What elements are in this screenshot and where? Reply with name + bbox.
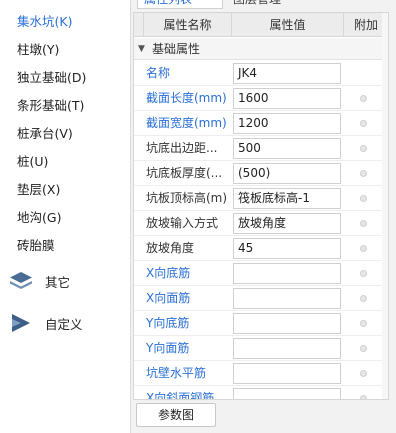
property-name: 名称 — [146, 66, 171, 80]
property-name: 放坡输入方式 — [146, 216, 219, 230]
layers-icon — [10, 272, 32, 289]
property-value-field[interactable]: 筏板底标高-1 — [233, 188, 341, 209]
property-value-field[interactable] — [233, 388, 341, 399]
group-label: 基础属性 — [152, 42, 201, 56]
custom-shape-icon — [12, 314, 30, 332]
property-row: 放坡输入方式 放坡角度 — [134, 211, 388, 236]
property-row: X向面筋 — [134, 286, 388, 311]
sidebar-item-cushion[interactable]: 垫层(X) — [0, 176, 125, 204]
tab-layer-management[interactable]: 图层管理 — [227, 0, 297, 9]
property-value-field[interactable] — [233, 313, 341, 334]
sidebar-item-strip-footing[interactable]: 条形基础(T) — [0, 92, 125, 120]
property-name: X向斜面钢筋 — [146, 391, 215, 400]
property-value-field[interactable]: (500) — [233, 163, 341, 184]
component-sidebar: 集水坑(K) 柱墩(Y) 独立基础(D) 条形基础(T) 桩承台(V) 桩(U)… — [0, 0, 130, 433]
tab-property-list[interactable]: 属性列表 — [137, 0, 223, 9]
property-row: X向斜面钢筋 — [134, 386, 388, 400]
attach-checkbox[interactable] — [360, 95, 367, 102]
attach-checkbox[interactable] — [360, 220, 367, 227]
vertical-scrollbar[interactable] — [382, 13, 388, 399]
property-value-field[interactable]: 500 — [233, 138, 341, 159]
attach-checkbox[interactable] — [360, 145, 367, 152]
attach-checkbox[interactable] — [360, 370, 367, 377]
property-value-field[interactable]: 放坡角度 — [233, 213, 341, 234]
property-name: 坑板顶标高(m) — [146, 191, 228, 205]
property-row: 截面宽度(mm) 1200 — [134, 111, 388, 136]
property-row: Y向底筋 — [134, 311, 388, 336]
sidebar-item-isolated-footing[interactable]: 独立基础(D) — [0, 64, 125, 92]
property-name: 坑底板厚度(... — [146, 166, 223, 180]
property-name: Y向面筋 — [146, 341, 190, 355]
property-name: 放坡角度 — [146, 241, 195, 255]
property-panel: 属性列表 图层管理 属性名称 属性值 附加 ▼ 基础属性 名称JK4截面长度(m… — [130, 0, 396, 433]
property-row: 坑底出边距... 500 — [134, 136, 388, 161]
sidebar-item-pile[interactable]: 桩(U) — [0, 148, 125, 176]
sidebar-item-pile-cap[interactable]: 桩承台(V) — [0, 120, 125, 148]
panel-tabs: 属性列表 图层管理 — [131, 0, 396, 9]
sidebar-group-other[interactable]: 其它 — [0, 261, 125, 301]
property-rows: 名称 JK4 截面长度(mm) 1600 截面宽度(mm) 1200 坑底出边距... 500… — [134, 61, 388, 400]
attach-checkbox[interactable] — [360, 245, 367, 252]
property-name: Y向底筋 — [146, 316, 190, 330]
attach-checkbox[interactable] — [360, 120, 367, 127]
sidebar-group-label: 其它 — [45, 274, 71, 290]
property-name: X向面筋 — [146, 291, 191, 305]
group-basic-properties[interactable]: ▼ 基础属性 — [134, 38, 388, 60]
sidebar-item-trench[interactable]: 地沟(G) — [0, 204, 125, 232]
property-name: 坑壁水平筋 — [146, 366, 207, 380]
grid-header: 属性名称 属性值 附加 — [134, 13, 388, 37]
property-row: 坑壁水平筋 — [134, 361, 388, 386]
property-row: 截面长度(mm) 1600 — [134, 86, 388, 111]
property-value-field[interactable]: 45 — [233, 238, 341, 259]
property-value-field[interactable]: JK4 — [233, 63, 341, 84]
property-value-field[interactable] — [233, 338, 341, 359]
sidebar-item-sump-pit[interactable]: 集水坑(K) — [0, 8, 125, 36]
property-row: Y向面筋 — [134, 336, 388, 361]
sidebar-item-brick-mold[interactable]: 砖胎膜 — [0, 232, 125, 260]
attach-checkbox[interactable] — [360, 270, 367, 277]
column-header-name: 属性名称 — [144, 13, 232, 37]
attach-checkbox[interactable] — [360, 395, 367, 399]
property-name: X向底筋 — [146, 266, 191, 280]
property-row: 名称 JK4 — [134, 61, 388, 86]
collapse-triangle-icon[interactable]: ▼ — [138, 38, 145, 60]
attach-checkbox[interactable] — [360, 195, 367, 202]
property-value-field[interactable] — [233, 363, 341, 384]
attach-checkbox[interactable] — [360, 170, 367, 177]
property-row: 放坡角度 45 — [134, 236, 388, 261]
property-value-field[interactable] — [233, 263, 341, 284]
property-row: 坑底板厚度(... (500) — [134, 161, 388, 186]
attach-checkbox[interactable] — [360, 295, 367, 302]
sidebar-group-label: 自定义 — [45, 316, 83, 332]
attach-checkbox[interactable] — [360, 345, 367, 352]
property-value-field[interactable] — [233, 288, 341, 309]
property-value-field[interactable]: 1600 — [233, 88, 341, 109]
property-row: 坑板顶标高(m) 筏板底标高-1 — [134, 186, 388, 211]
attach-checkbox[interactable] — [360, 320, 367, 327]
property-name: 截面宽度(mm) — [146, 116, 227, 130]
property-grid: 属性名称 属性值 附加 ▼ 基础属性 名称 JK4 截面长度(mm) 1600 截面宽度… — [133, 12, 389, 400]
sidebar-group-custom[interactable]: 自定义 — [0, 303, 125, 343]
parameter-diagram-button[interactable]: 参数图 — [136, 403, 216, 427]
property-value-field[interactable]: 1200 — [233, 113, 341, 134]
header-spacer — [134, 13, 144, 37]
column-header-value: 属性值 — [232, 13, 344, 37]
property-name: 坑底出边距... — [146, 141, 218, 155]
property-name: 截面长度(mm) — [146, 91, 227, 105]
sidebar-item-column-pier[interactable]: 柱墩(Y) — [0, 36, 125, 64]
property-row: X向底筋 — [134, 261, 388, 286]
